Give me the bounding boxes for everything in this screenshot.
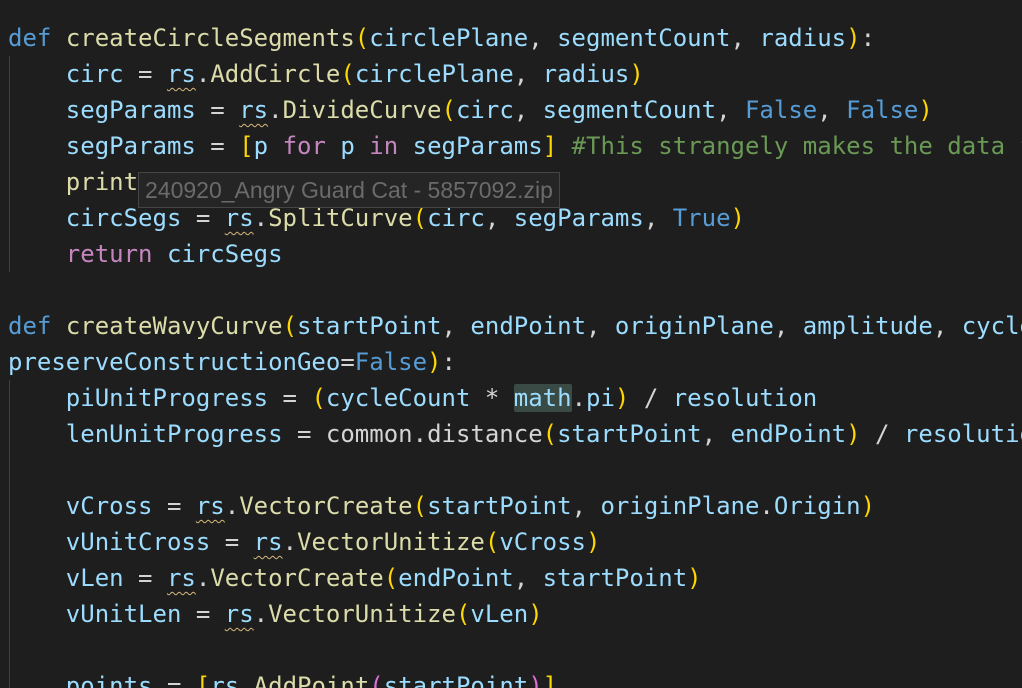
comment: #This strangely makes the data f (571, 132, 1022, 160)
def-keyword: def (8, 312, 52, 340)
code-line[interactable]: vLen = rs.VectorCreate(endPoint, startPo… (8, 560, 702, 596)
variable: resolutio (903, 420, 1022, 448)
variable: segParams (65, 132, 196, 160)
variable: vCross (65, 492, 153, 520)
code-line[interactable]: segParams = [p for p in segParams] #This… (8, 128, 1022, 164)
attribute: pi (586, 384, 615, 412)
boolean-literal: False (744, 96, 818, 124)
module-name: rs (166, 60, 196, 88)
filename-tooltip: 240920_Angry Guard Cat - 5857092.zip (138, 172, 560, 208)
def-keyword: def (8, 24, 52, 52)
argument: circ (427, 204, 485, 232)
code-line[interactable]: segParams = rs.DivideCurve(circ, segment… (8, 92, 933, 128)
in-keyword: in (369, 132, 399, 160)
function-call: AddPoint (253, 672, 370, 688)
code-line[interactable]: def createWavyCurve(startPoint, endPoint… (8, 308, 1022, 344)
argument: startPoint (542, 564, 688, 592)
argument: endPoint (398, 564, 514, 592)
param: startPoint (297, 312, 442, 340)
function-call: print (65, 168, 139, 196)
boolean-literal: True (672, 204, 731, 232)
code-line[interactable]: lenUnitProgress = common.distance(startP… (8, 416, 1022, 452)
code-editor[interactable]: def createCircleSegments(circlePlane, se… (0, 0, 1022, 688)
function-call: VectorUnitize (268, 600, 456, 628)
param: amplitude (802, 312, 933, 340)
param: cycleC (961, 312, 1022, 340)
code-line[interactable]: preserveConstructionGeo=False): (8, 344, 456, 380)
param: radius (759, 24, 847, 52)
variable: segParams (412, 132, 543, 160)
argument: startPoint (383, 672, 529, 688)
param: originPlane (614, 312, 774, 340)
module-name-highlighted: math (513, 384, 572, 412)
function-call: SplitCurve (268, 204, 413, 232)
module-name: rs (195, 492, 225, 520)
module-name: rs (210, 672, 240, 688)
variable: segParams (65, 96, 196, 124)
module-name: rs (239, 96, 269, 124)
code-line[interactable]: circ = rs.AddCircle(circlePlane, radius) (8, 56, 644, 92)
module-name: common (325, 420, 413, 448)
param: segmentCount (557, 24, 731, 52)
boolean-literal: False (354, 348, 428, 376)
variable: vUnitCross (65, 528, 211, 556)
variable: piUnitProgress (65, 384, 269, 412)
function-call: VectorCreate (239, 492, 413, 520)
function-name: createWavyCurve (65, 312, 283, 340)
variable: circSegs (166, 240, 283, 268)
variable: lenUnitProgress (65, 420, 283, 448)
code-line[interactable]: points = [rs.AddPoint(startPoint)] (8, 668, 557, 688)
param: circlePlane (369, 24, 529, 52)
function-call: DivideCurve (282, 96, 442, 124)
variable: circ (65, 60, 124, 88)
variable: vUnitLen (65, 600, 182, 628)
module-name: rs (253, 528, 283, 556)
function-call: VectorCreate (210, 564, 384, 592)
argument: endPoint (730, 420, 847, 448)
argument: vLen (470, 600, 529, 628)
return-keyword: return (65, 240, 153, 268)
param: endPoint (470, 312, 587, 340)
variable: circSegs (65, 204, 182, 232)
module-name: rs (224, 600, 254, 628)
param: preserveConstructionGeo (8, 348, 341, 376)
module-name: rs (224, 204, 254, 232)
argument: originPlane (600, 492, 760, 520)
code-line[interactable]: print (8, 164, 138, 200)
argument: segmentCount (542, 96, 717, 124)
code-line[interactable]: piUnitProgress = (cycleCount * math.pi) … (8, 380, 817, 416)
argument: segParams (513, 204, 644, 232)
argument: circlePlane (354, 60, 514, 88)
code-line[interactable]: vCross = rs.VectorCreate(startPoint, ori… (8, 488, 875, 524)
code-line[interactable]: return circSegs (8, 236, 283, 272)
function-call: AddCircle (210, 60, 341, 88)
argument: vCross (499, 528, 587, 556)
code-line[interactable]: def createCircleSegments(circlePlane, se… (8, 20, 875, 56)
code-line[interactable]: vUnitCross = rs.VectorUnitize(vCross) (8, 524, 601, 560)
variable: p (253, 132, 269, 160)
variable: resolution (672, 384, 818, 412)
code-line[interactable]: vUnitLen = rs.VectorUnitize(vLen) (8, 596, 543, 632)
variable: points (65, 672, 153, 688)
boolean-literal: False (846, 96, 919, 124)
argument: startPoint (557, 420, 702, 448)
attribute: Origin (773, 492, 861, 520)
argument: radius (542, 60, 630, 88)
argument: startPoint (427, 492, 572, 520)
for-keyword: for (282, 132, 326, 160)
variable: p (340, 132, 355, 160)
variable: vLen (65, 564, 124, 592)
function-call: VectorUnitize (297, 528, 485, 556)
argument: circ (455, 96, 514, 124)
function-call: distance (427, 420, 543, 448)
variable: cycleCount (325, 384, 471, 412)
function-name: createCircleSegments (65, 24, 355, 52)
module-name: rs (166, 564, 196, 592)
